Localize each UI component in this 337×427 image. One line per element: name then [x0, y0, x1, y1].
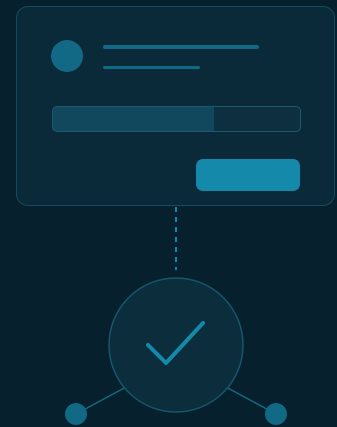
status-circle [108, 277, 244, 413]
left-node-dot-icon [65, 403, 87, 425]
status-diagram [65, 207, 287, 425]
right-node-dot-icon [265, 403, 287, 425]
